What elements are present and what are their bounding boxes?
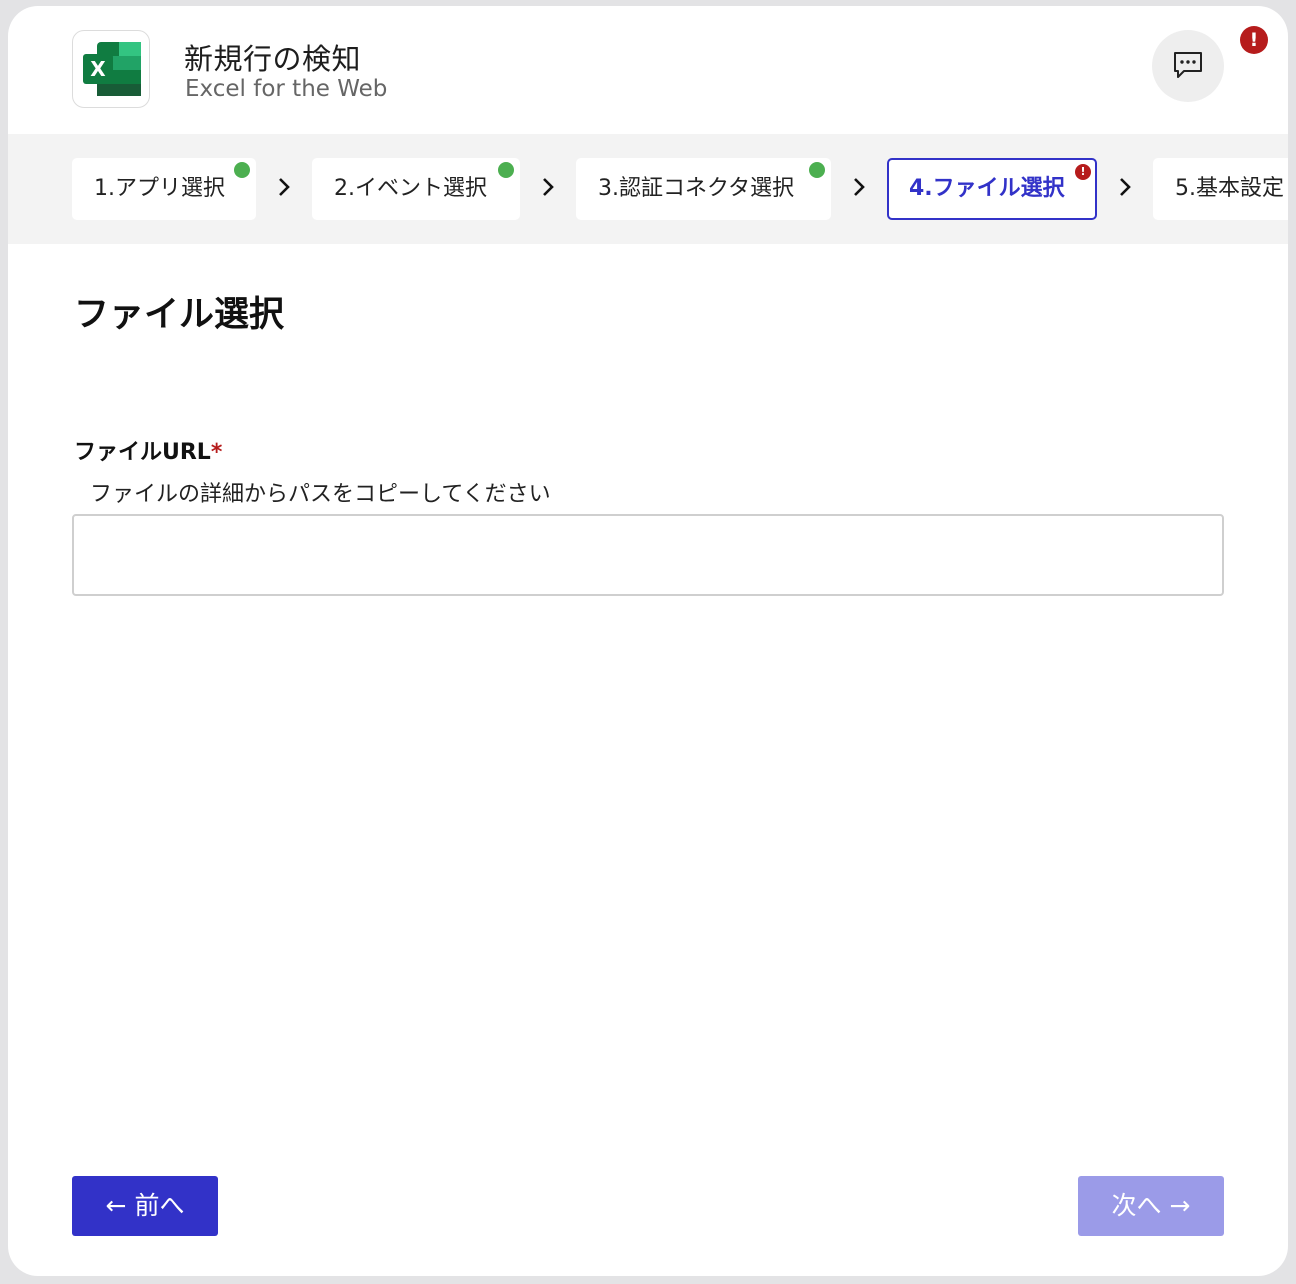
step-basic-settings[interactable]: 5.基本設定 [1153, 158, 1288, 220]
svg-text:X: X [90, 57, 106, 81]
step-app-select[interactable]: 1.アプリ選択 [72, 158, 256, 220]
step-label: 2.イベント選択 [334, 176, 487, 201]
step-bar: 1.アプリ選択 2.イベント選択 3.認証コネクタ選択 4.ファイル選択 ! 5… [8, 134, 1288, 244]
chat-icon [1174, 52, 1202, 78]
prev-button[interactable]: ← 前へ [72, 1176, 218, 1236]
required-mark: * [210, 440, 223, 465]
chevron-right-icon [1120, 178, 1131, 196]
step-auth-connector-select[interactable]: 3.認証コネクタ選択 [576, 158, 831, 220]
check-icon [234, 162, 250, 196]
file-url-label: ファイルURL* [74, 434, 222, 466]
chat-button[interactable] [1152, 30, 1224, 102]
chevron-right-icon [543, 178, 554, 196]
chevron-right-icon [854, 178, 865, 196]
step-label: 4.ファイル選択 [909, 176, 1065, 201]
file-url-input[interactable] [72, 514, 1224, 596]
step-label: 3.認証コネクタ選択 [598, 176, 795, 201]
error-icon: ! [1075, 164, 1091, 180]
excel-app-icon: X [72, 30, 150, 108]
step-label: 5.基本設定 [1175, 176, 1284, 201]
main-card: X 新規行の検知 Excel for the Web ! 1.アプリ選択 2.イ… [8, 6, 1288, 1276]
file-url-hint: ファイルの詳細からパスをコピーしてください [90, 482, 551, 507]
app-subtitle: Excel for the Web [185, 76, 388, 102]
step-file-select[interactable]: 4.ファイル選択 ! [887, 158, 1097, 220]
check-icon [498, 162, 514, 196]
page-title: 新規行の検知 [184, 42, 362, 76]
file-url-label-text: ファイルURL [74, 440, 211, 465]
check-icon [809, 162, 825, 196]
alert-badge: ! [1240, 26, 1268, 54]
section-title: ファイル選択 [74, 295, 285, 335]
step-event-select[interactable]: 2.イベント選択 [312, 158, 520, 220]
step-label: 1.アプリ選択 [94, 176, 225, 201]
chevron-right-icon [279, 178, 290, 196]
next-button[interactable]: 次へ → [1078, 1176, 1224, 1236]
